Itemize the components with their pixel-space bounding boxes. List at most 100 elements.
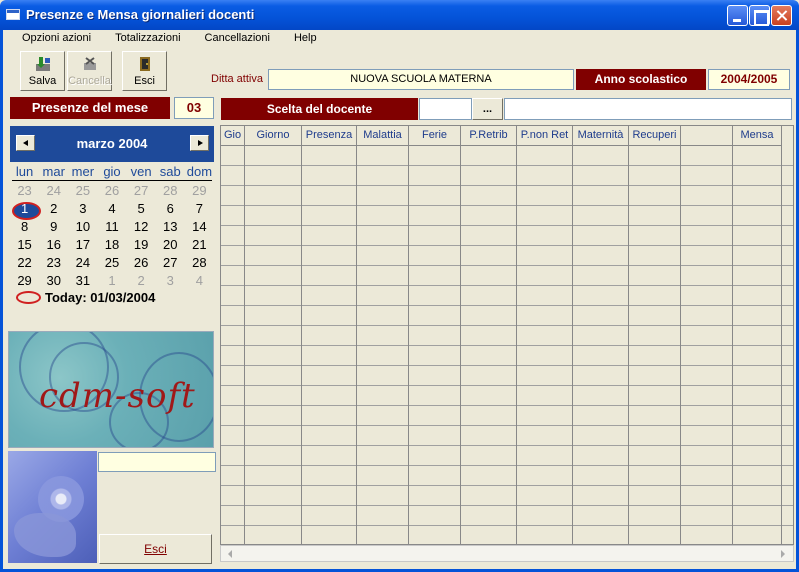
title-bar: Presenze e Mensa giornalieri docenti xyxy=(0,0,799,30)
calendar-today[interactable]: Today: 01/03/2004 xyxy=(16,290,155,305)
grid-column-line xyxy=(408,146,409,544)
grid-column-header[interactable]: P.Retrib xyxy=(461,126,517,146)
grid-column-header[interactable]: Recuperi xyxy=(629,126,681,146)
calendar-day[interactable]: 1 xyxy=(10,200,42,220)
grid-column-line xyxy=(572,146,573,544)
calendar-day[interactable]: 21 xyxy=(185,236,214,254)
calendar-day[interactable]: 16 xyxy=(39,236,68,254)
calendar-day[interactable]: 26 xyxy=(127,254,156,272)
scroll-left-icon[interactable] xyxy=(223,548,239,560)
calendar-day[interactable]: 17 xyxy=(68,236,97,254)
docente-lookup-button[interactable]: ... xyxy=(472,98,503,120)
menu-bar: Opzioni azioni Totalizzazioni Cancellazi… xyxy=(4,30,323,46)
calendar-day[interactable]: 29 xyxy=(185,182,214,200)
grid-column-line xyxy=(732,146,733,544)
menu-help[interactable]: Help xyxy=(276,30,323,46)
docente-name-field xyxy=(504,98,792,120)
calendar-day[interactable]: 4 xyxy=(97,200,126,218)
calendar-day[interactable]: 6 xyxy=(156,200,185,218)
calendar-day[interactable]: 27 xyxy=(127,182,156,200)
calendar-day[interactable]: 8 xyxy=(10,218,39,236)
grid-column-header[interactable]: Mensa xyxy=(733,126,782,146)
grid-column-line xyxy=(301,146,302,544)
horizontal-scrollbar[interactable] xyxy=(220,545,794,562)
calendar-day[interactable]: 14 xyxy=(185,218,214,236)
calendar-day[interactable]: 9 xyxy=(39,218,68,236)
calendar-day[interactable]: 3 xyxy=(156,272,185,290)
calendar-day[interactable]: 24 xyxy=(39,182,68,200)
save-button[interactable]: Salva xyxy=(20,51,65,91)
docente-code-field[interactable] xyxy=(419,98,472,120)
calendar-day[interactable]: 13 xyxy=(156,218,185,236)
grid-column-line xyxy=(680,146,681,544)
presenze-grid[interactable]: Gio Giorno Presenza Malattia Ferie P.Retrib P.… xyxy=(220,125,794,545)
grid-header: Gio Giorno Presenza Malattia Ferie P.Retrib P.… xyxy=(221,126,782,146)
exit-door-icon xyxy=(139,57,150,71)
calendar-day[interactable]: 20 xyxy=(156,236,185,254)
side-field[interactable] xyxy=(98,452,216,472)
menu-opzioni-azioni[interactable]: Opzioni azioni xyxy=(4,30,97,46)
grid-column-header[interactable] xyxy=(681,126,733,146)
calendar-day[interactable]: 12 xyxy=(127,218,156,236)
grid-column-line xyxy=(781,146,782,544)
calendar-header: marzo 2004 xyxy=(10,126,214,162)
weekday: gio xyxy=(103,164,121,179)
grid-column-header[interactable]: P.non Ret xyxy=(517,126,573,146)
calendar-day[interactable]: 24 xyxy=(68,254,97,272)
calendar-day[interactable]: 18 xyxy=(97,236,126,254)
calendar-day[interactable]: 1 xyxy=(97,272,126,290)
menu-cancellazioni[interactable]: Cancellazioni xyxy=(187,30,276,46)
calendar-day[interactable]: 2 xyxy=(39,200,68,218)
maximize-button[interactable] xyxy=(749,5,770,26)
exit-button[interactable]: Esci xyxy=(122,51,167,91)
calendar-day[interactable]: 4 xyxy=(185,272,214,290)
calendar-day[interactable]: 23 xyxy=(10,182,39,200)
side-exit-button[interactable]: Esci xyxy=(99,534,212,564)
calendar-weekdays: lun mar mer gio ven sab dom xyxy=(10,164,214,179)
menu-totalizzazioni[interactable]: Totalizzazioni xyxy=(97,30,186,46)
calendar-day[interactable]: 10 xyxy=(68,218,97,236)
cd-hand-image xyxy=(8,451,97,563)
calendar-day[interactable]: 3 xyxy=(68,200,97,218)
calendar-day[interactable]: 23 xyxy=(39,254,68,272)
grid-column-header[interactable]: Maternità xyxy=(573,126,629,146)
calendar-day[interactable]: 19 xyxy=(127,236,156,254)
presenze-month-field[interactable]: 03 xyxy=(174,97,214,119)
calendar-day[interactable]: 26 xyxy=(97,182,126,200)
calendar-day[interactable]: 28 xyxy=(185,254,214,272)
calendar-day[interactable]: 28 xyxy=(156,182,185,200)
calendar-day[interactable]: 25 xyxy=(97,254,126,272)
calendar-day[interactable]: 7 xyxy=(185,200,214,218)
scelta-docente-label: Scelta del docente xyxy=(221,98,418,120)
anno-field: 2004/2005 xyxy=(708,69,790,90)
weekday: dom xyxy=(186,164,213,179)
grid-column-header[interactable]: Gio xyxy=(221,126,245,146)
delete-button[interactable]: Cancella xyxy=(67,51,112,91)
calendar-day[interactable]: 29 xyxy=(10,272,39,290)
calendar-day[interactable]: 31 xyxy=(68,272,97,290)
grid-column-header[interactable]: Giorno xyxy=(245,126,302,146)
calendar-day[interactable]: 15 xyxy=(10,236,39,254)
calendar-day[interactable]: 5 xyxy=(127,200,156,218)
ditta-field: NUOVA SCUOLA MATERNA xyxy=(268,69,574,90)
logo-text: cdm-soft xyxy=(39,376,196,416)
close-button[interactable] xyxy=(771,5,792,26)
weekday: mer xyxy=(71,164,95,179)
calendar-day[interactable]: 22 xyxy=(10,254,39,272)
calendar-day[interactable]: 27 xyxy=(156,254,185,272)
grid-column-line xyxy=(628,146,629,544)
minimize-button[interactable] xyxy=(727,5,748,26)
next-month-button[interactable] xyxy=(190,135,209,151)
calendar-day[interactable]: 30 xyxy=(39,272,68,290)
calendar-day[interactable]: 2 xyxy=(127,272,156,290)
today-label: Today: 01/03/2004 xyxy=(45,290,156,305)
grid-column-header[interactable]: Presenza xyxy=(302,126,357,146)
grid-body[interactable] xyxy=(221,146,793,544)
grid-column-header[interactable]: Ferie xyxy=(409,126,461,146)
grid-column-header[interactable]: Malattia xyxy=(357,126,409,146)
scroll-right-icon[interactable] xyxy=(775,548,791,560)
weekday: mar xyxy=(42,164,65,179)
calendar: marzo 2004 lun mar mer gio ven sab dom 2… xyxy=(10,124,214,324)
calendar-day[interactable]: 11 xyxy=(97,218,126,236)
calendar-day[interactable]: 25 xyxy=(68,182,97,200)
